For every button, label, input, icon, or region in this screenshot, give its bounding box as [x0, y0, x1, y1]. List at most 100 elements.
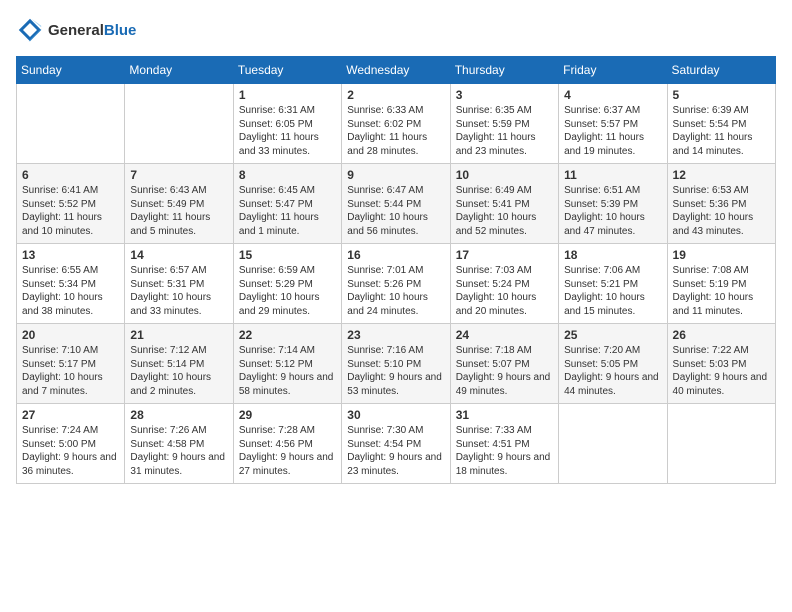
day-number: 27 [22, 408, 119, 422]
calendar-cell: 14 Sunrise: 6:57 AM Sunset: 5:31 PM Dayli… [125, 244, 233, 324]
day-header-monday: Monday [125, 57, 233, 84]
logo-icon [16, 16, 44, 44]
day-info: Sunrise: 6:31 AM Sunset: 6:05 PM Dayligh… [239, 104, 336, 158]
day-number: 14 [130, 248, 227, 262]
day-number: 30 [347, 408, 444, 422]
day-info: Sunrise: 6:59 AM Sunset: 5:29 PM Dayligh… [239, 264, 336, 318]
day-info: Sunrise: 7:06 AM Sunset: 5:21 PM Dayligh… [564, 264, 661, 318]
calendar-cell: 17Sunrise: 7:03 AM Sunset: 5:24 PM Dayli… [450, 244, 558, 324]
calendar-cell: 8 Sunrise: 6:45 AM Sunset: 5:47 PM Daylig… [233, 164, 341, 244]
calendar-cell: 24Sunrise: 7:18 AM Sunset: 5:07 PM Dayli… [450, 324, 558, 404]
day-info: Sunrise: 6:41 AM Sunset: 5:52 PM Dayligh… [22, 184, 119, 238]
day-info: Sunrise: 7:30 AM Sunset: 4:54 PM Dayligh… [347, 424, 444, 478]
day-info: Sunrise: 6:53 AM Sunset: 5:36 PM Dayligh… [673, 184, 770, 238]
calendar-cell: 30 Sunrise: 7:30 AM Sunset: 4:54 PM Dayli… [342, 404, 450, 484]
day-number: 7 [130, 168, 227, 182]
day-number: 21 [130, 328, 227, 342]
week-row-5: 27 Sunrise: 7:24 AM Sunset: 5:00 PM Dayli… [17, 404, 776, 484]
day-info: Sunrise: 7:22 AM Sunset: 5:03 PM Dayligh… [673, 344, 770, 398]
calendar-cell: 11 Sunrise: 6:51 AM Sunset: 5:39 PM Dayli… [559, 164, 667, 244]
page-header: GeneralBlue [16, 16, 776, 44]
calendar-cell: 1 Sunrise: 6:31 AM Sunset: 6:05 PM Daylig… [233, 84, 341, 164]
day-number: 10 [456, 168, 553, 182]
day-info: Sunrise: 6:37 AM Sunset: 5:57 PM Dayligh… [564, 104, 661, 158]
day-info: Sunrise: 6:33 AM Sunset: 6:02 PM Dayligh… [347, 104, 444, 158]
day-number: 28 [130, 408, 227, 422]
day-info: Sunrise: 6:45 AM Sunset: 5:47 PM Dayligh… [239, 184, 336, 238]
day-number: 2 [347, 88, 444, 102]
day-info: Sunrise: 7:28 AM Sunset: 4:56 PM Dayligh… [239, 424, 336, 478]
day-info: Sunrise: 6:35 AM Sunset: 5:59 PM Dayligh… [456, 104, 553, 158]
day-info: Sunrise: 7:33 AM Sunset: 4:51 PM Dayligh… [456, 424, 553, 478]
calendar-cell: 20 Sunrise: 7:10 AM Sunset: 5:17 PM Dayli… [17, 324, 125, 404]
calendar-cell: 13 Sunrise: 6:55 AM Sunset: 5:34 PM Dayli… [17, 244, 125, 324]
calendar-cell: 5 Sunrise: 6:39 AM Sunset: 5:54 PM Daylig… [667, 84, 775, 164]
calendar-cell: 26Sunrise: 7:22 AM Sunset: 5:03 PM Dayli… [667, 324, 775, 404]
day-number: 24 [456, 328, 553, 342]
calendar-header-row: SundayMondayTuesdayWednesdayThursdayFrid… [17, 57, 776, 84]
day-number: 19 [673, 248, 770, 262]
day-number: 25 [564, 328, 661, 342]
calendar-cell: 6Sunrise: 6:41 AM Sunset: 5:52 PM Daylig… [17, 164, 125, 244]
calendar-cell [125, 84, 233, 164]
week-row-1: 1 Sunrise: 6:31 AM Sunset: 6:05 PM Daylig… [17, 84, 776, 164]
calendar-cell: 4 Sunrise: 6:37 AM Sunset: 5:57 PM Daylig… [559, 84, 667, 164]
day-header-thursday: Thursday [450, 57, 558, 84]
day-number: 13 [22, 248, 119, 262]
day-info: Sunrise: 7:24 AM Sunset: 5:00 PM Dayligh… [22, 424, 119, 478]
day-info: Sunrise: 6:43 AM Sunset: 5:49 PM Dayligh… [130, 184, 227, 238]
day-info: Sunrise: 7:10 AM Sunset: 5:17 PM Dayligh… [22, 344, 119, 398]
calendar-cell: 15 Sunrise: 6:59 AM Sunset: 5:29 PM Dayli… [233, 244, 341, 324]
calendar-cell: 27 Sunrise: 7:24 AM Sunset: 5:00 PM Dayli… [17, 404, 125, 484]
calendar-cell: 12 Sunrise: 6:53 AM Sunset: 5:36 PM Dayli… [667, 164, 775, 244]
day-number: 8 [239, 168, 336, 182]
calendar-cell: 29Sunrise: 7:28 AM Sunset: 4:56 PM Dayli… [233, 404, 341, 484]
day-number: 1 [239, 88, 336, 102]
day-number: 16 [347, 248, 444, 262]
calendar-cell: 7 Sunrise: 6:43 AM Sunset: 5:49 PM Daylig… [125, 164, 233, 244]
day-header-friday: Friday [559, 57, 667, 84]
day-number: 31 [456, 408, 553, 422]
week-row-3: 13 Sunrise: 6:55 AM Sunset: 5:34 PM Dayli… [17, 244, 776, 324]
week-row-4: 20 Sunrise: 7:10 AM Sunset: 5:17 PM Dayli… [17, 324, 776, 404]
day-number: 23 [347, 328, 444, 342]
day-info: Sunrise: 6:47 AM Sunset: 5:44 PM Dayligh… [347, 184, 444, 238]
calendar-cell: 21 Sunrise: 7:12 AM Sunset: 5:14 PM Dayli… [125, 324, 233, 404]
calendar-cell: 25 Sunrise: 7:20 AM Sunset: 5:05 PM Dayli… [559, 324, 667, 404]
day-info: Sunrise: 7:20 AM Sunset: 5:05 PM Dayligh… [564, 344, 661, 398]
calendar-cell: 19 Sunrise: 7:08 AM Sunset: 5:19 PM Dayli… [667, 244, 775, 324]
day-header-wednesday: Wednesday [342, 57, 450, 84]
calendar-cell: 18Sunrise: 7:06 AM Sunset: 5:21 PM Dayli… [559, 244, 667, 324]
day-info: Sunrise: 6:57 AM Sunset: 5:31 PM Dayligh… [130, 264, 227, 318]
day-info: Sunrise: 7:14 AM Sunset: 5:12 PM Dayligh… [239, 344, 336, 398]
calendar-cell: 16 Sunrise: 7:01 AM Sunset: 5:26 PM Dayli… [342, 244, 450, 324]
day-info: Sunrise: 6:55 AM Sunset: 5:34 PM Dayligh… [22, 264, 119, 318]
day-number: 22 [239, 328, 336, 342]
day-number: 11 [564, 168, 661, 182]
day-info: Sunrise: 7:08 AM Sunset: 5:19 PM Dayligh… [673, 264, 770, 318]
day-info: Sunrise: 7:16 AM Sunset: 5:10 PM Dayligh… [347, 344, 444, 398]
calendar-cell: 23 Sunrise: 7:16 AM Sunset: 5:10 PM Dayli… [342, 324, 450, 404]
day-info: Sunrise: 7:12 AM Sunset: 5:14 PM Dayligh… [130, 344, 227, 398]
day-number: 4 [564, 88, 661, 102]
day-number: 20 [22, 328, 119, 342]
day-info: Sunrise: 6:39 AM Sunset: 5:54 PM Dayligh… [673, 104, 770, 158]
week-row-2: 6Sunrise: 6:41 AM Sunset: 5:52 PM Daylig… [17, 164, 776, 244]
calendar-cell: 9Sunrise: 6:47 AM Sunset: 5:44 PM Daylig… [342, 164, 450, 244]
day-header-saturday: Saturday [667, 57, 775, 84]
day-info: Sunrise: 7:03 AM Sunset: 5:24 PM Dayligh… [456, 264, 553, 318]
logo: GeneralBlue [16, 16, 136, 44]
calendar-cell: 3Sunrise: 6:35 AM Sunset: 5:59 PM Daylig… [450, 84, 558, 164]
calendar-cell: 2 Sunrise: 6:33 AM Sunset: 6:02 PM Daylig… [342, 84, 450, 164]
day-header-sunday: Sunday [17, 57, 125, 84]
day-number: 12 [673, 168, 770, 182]
calendar-cell [559, 404, 667, 484]
day-info: Sunrise: 6:51 AM Sunset: 5:39 PM Dayligh… [564, 184, 661, 238]
calendar-cell [17, 84, 125, 164]
day-number: 15 [239, 248, 336, 262]
day-info: Sunrise: 7:01 AM Sunset: 5:26 PM Dayligh… [347, 264, 444, 318]
day-number: 5 [673, 88, 770, 102]
calendar-cell: 22 Sunrise: 7:14 AM Sunset: 5:12 PM Dayli… [233, 324, 341, 404]
day-header-tuesday: Tuesday [233, 57, 341, 84]
day-info: Sunrise: 6:49 AM Sunset: 5:41 PM Dayligh… [456, 184, 553, 238]
